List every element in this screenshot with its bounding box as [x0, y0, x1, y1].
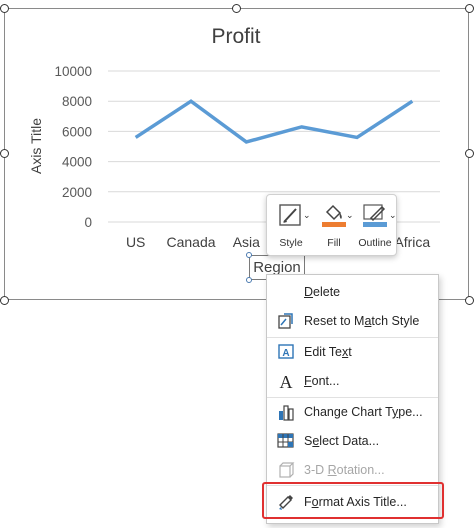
menu-item-edit-text[interactable]: A Edit Text — [267, 339, 438, 365]
menu-item-format-axis-title[interactable]: Format Axis Title... — [267, 489, 438, 515]
fill-button[interactable]: ⌄ Fill — [315, 199, 354, 253]
y-tick-label: 2000 — [62, 185, 92, 200]
chevron-down-icon: ⌄ — [346, 210, 354, 220]
menu-item-reset-to-match-style[interactable]: Reset to Match Style — [267, 308, 438, 334]
outline-label: Outline — [358, 237, 392, 249]
style-brush-icon — [279, 204, 301, 226]
menu-item-label: Delete — [304, 285, 341, 299]
format-axis-title-icon — [279, 495, 293, 510]
menu-item-delete[interactable]: Delete — [267, 279, 438, 305]
3d-rotation-icon — [279, 462, 295, 478]
menu-item-label: Reset to Match Style — [304, 314, 420, 328]
context-menu: Delete Reset to Match Style A Edit Text … — [266, 274, 439, 524]
menu-separator — [267, 397, 438, 398]
outline-button[interactable]: ⌄ Outline — [356, 199, 397, 253]
y-axis-tick-labels: 0 2000 4000 6000 8000 10000 — [54, 64, 92, 230]
y-tick-label: 8000 — [62, 94, 92, 109]
line-chart: Profit Axis Title 0 2000 4000 6000 8000 10000… — [28, 25, 440, 250]
x-tick-label: Africa — [394, 234, 430, 250]
y-tick-label: 4000 — [62, 155, 92, 170]
menu-separator — [267, 485, 438, 486]
chevron-down-icon: ⌄ — [389, 210, 397, 220]
reset-style-icon — [278, 313, 293, 329]
svg-text:A: A — [282, 348, 289, 359]
menu-item-label: 3-D Rotation... — [304, 463, 385, 477]
x-tick-label: Canada — [166, 234, 215, 250]
y-axis-title[interactable]: Axis Title — [28, 118, 44, 174]
menu-item-label: Edit Text — [304, 345, 352, 359]
svg-text:A: A — [280, 372, 293, 391]
x-tick-label: US — [126, 234, 145, 250]
menu-item-label: Select Data... — [304, 434, 380, 448]
menu-item-change-chart-type[interactable]: Change Chart Type... — [267, 399, 438, 425]
menu-item-label: Font... — [304, 374, 340, 388]
y-tick-label: 10000 — [54, 64, 92, 79]
menu-item-font[interactable]: A Font... — [267, 368, 438, 394]
select-data-icon — [277, 433, 294, 448]
change-chart-type-icon — [279, 405, 294, 421]
style-button[interactable]: ⌄ Style — [272, 199, 311, 253]
mini-format-toolbar: ⌄ Style ⌄ Fill ⌄ Outline — [266, 194, 397, 256]
paint-bucket-icon — [322, 204, 346, 227]
axis-title-handle-top-left[interactable] — [246, 252, 252, 258]
menu-item-label: Change Chart Type... — [304, 405, 423, 419]
y-tick-label: 0 — [84, 215, 92, 230]
pen-outline-icon — [363, 204, 387, 227]
x-tick-label: Asia — [233, 234, 260, 250]
menu-separator — [267, 337, 438, 338]
series-line[interactable] — [134, 99, 414, 144]
fill-label: Fill — [327, 237, 341, 249]
edit-text-icon: A — [278, 344, 294, 359]
menu-item-3d-rotation: 3-D Rotation... — [267, 457, 438, 483]
menu-item-label: Format Axis Title... — [304, 495, 407, 509]
menu-item-select-data[interactable]: Select Data... — [267, 428, 438, 454]
delete-icon — [276, 282, 296, 302]
font-icon: A — [280, 372, 293, 391]
style-label: Style — [279, 237, 303, 249]
chevron-down-icon: ⌄ — [303, 210, 311, 220]
y-tick-label: 6000 — [62, 124, 92, 139]
axis-title-handle-bottom-left[interactable] — [246, 277, 252, 283]
chart-title[interactable]: Profit — [211, 25, 260, 48]
series-layer — [134, 99, 414, 144]
